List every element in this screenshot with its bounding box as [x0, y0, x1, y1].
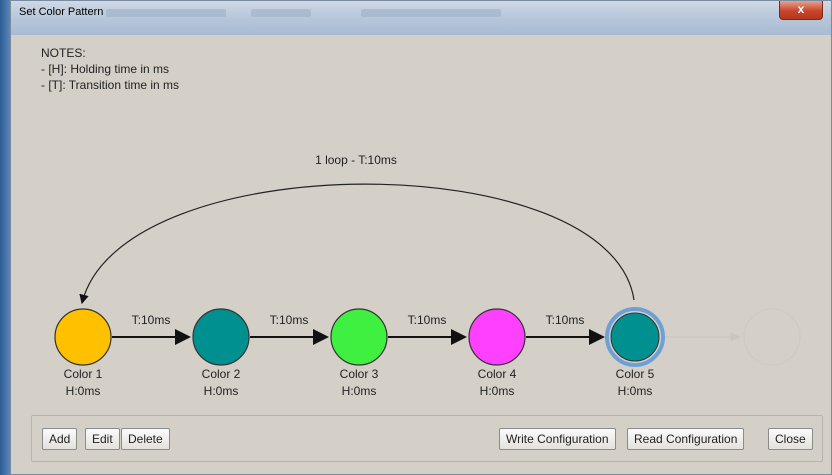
button-bar: Add Edit Delete Write Configuration Read…	[31, 415, 823, 462]
title-bar[interactable]: Set Color Pattern x	[11, 1, 831, 36]
color-hold: H:0ms	[479, 384, 515, 398]
color-name: Color 3	[339, 367, 379, 381]
read-configuration-button[interactable]: Read Configuration	[627, 428, 745, 450]
close-button[interactable]: Close	[768, 428, 813, 450]
color-hold: H:0ms	[65, 384, 101, 398]
desktop-edge	[0, 0, 10, 475]
write-configuration-button[interactable]: Write Configuration	[499, 428, 616, 450]
color-label-1: Color 1 H:0ms	[38, 366, 128, 400]
color-node-3[interactable]	[330, 308, 388, 366]
transition-label-2: T:10ms	[269, 313, 309, 327]
transition-label-1: T:10ms	[131, 313, 171, 327]
color-node-4[interactable]	[468, 308, 526, 366]
empty-node-placeholder[interactable]	[743, 308, 801, 366]
color-node-5[interactable]	[610, 312, 660, 362]
close-window-button[interactable]: x	[779, 1, 823, 20]
color-name: Color 1	[63, 367, 103, 381]
color-name: Color 2	[201, 367, 241, 381]
transition-label-4: T:10ms	[545, 313, 585, 327]
color-name: Color 4	[477, 367, 517, 381]
window-title: Set Color Pattern	[19, 6, 104, 18]
color-hold: H:0ms	[341, 384, 377, 398]
dialog-window: Set Color Pattern x NOTES: - [H]: Holdin…	[10, 0, 832, 475]
color-name: Color 5	[615, 367, 655, 381]
color-node-1[interactable]	[54, 308, 112, 366]
background-window-title	[251, 9, 311, 17]
color-label-4: Color 4 H:0ms	[452, 366, 542, 400]
loop-label: 1 loop - T:10ms	[315, 153, 397, 167]
color-label-2: Color 2 H:0ms	[176, 366, 266, 400]
delete-button[interactable]: Delete	[121, 428, 170, 450]
dialog-content: NOTES: - [H]: Holding time in ms - [T]: …	[11, 35, 831, 474]
color-hold: H:0ms	[203, 384, 239, 398]
background-window-title	[106, 9, 226, 17]
background-window-title	[361, 9, 501, 17]
color-label-5: Color 5 H:0ms	[590, 366, 680, 400]
color-hold: H:0ms	[617, 384, 653, 398]
add-button[interactable]: Add	[42, 428, 78, 450]
color-label-3: Color 3 H:0ms	[314, 366, 404, 400]
color-pattern-diagram	[54, 183, 801, 367]
color-node-2[interactable]	[192, 308, 250, 366]
edit-button[interactable]: Edit	[85, 428, 120, 450]
loop-arrow	[79, 183, 635, 305]
transition-label-3: T:10ms	[407, 313, 447, 327]
